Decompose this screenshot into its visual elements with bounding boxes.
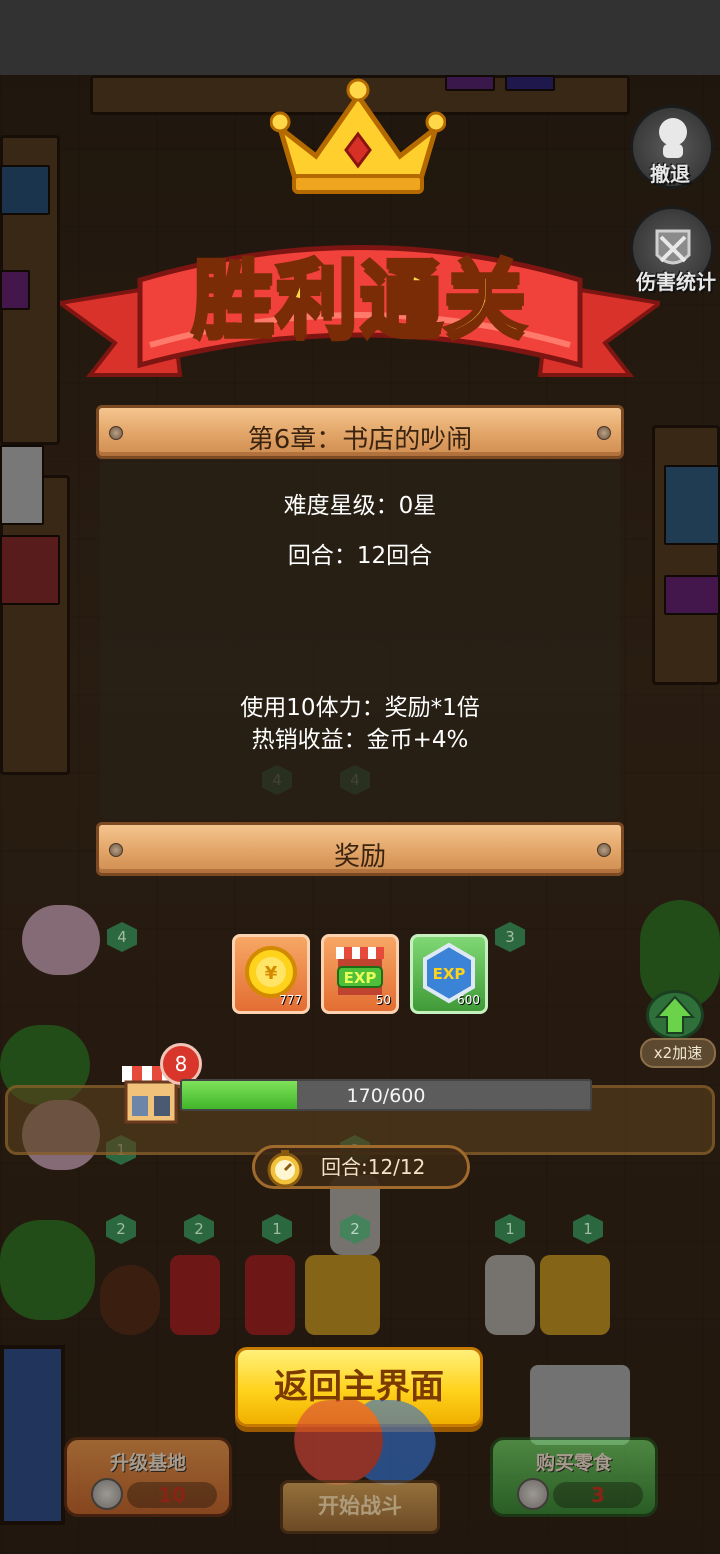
silver-coin-icon — [91, 1478, 123, 1510]
svg-text:EXP: EXP — [433, 965, 466, 983]
round-display-text: 回合:12/12 — [321, 1155, 426, 1179]
silver-coin-icon — [517, 1478, 549, 1510]
reward-count: 777 — [279, 993, 302, 1007]
stopwatch-icon — [267, 1150, 303, 1188]
svg-text:EXP: EXP — [344, 969, 377, 987]
chapter-plank: 第6章：书店的吵闹 — [96, 405, 624, 459]
rewards-plank: 奖励 — [96, 822, 624, 876]
speed-up-button[interactable] — [646, 990, 704, 1040]
energy-reward-text: 使用10体力：奖励*1倍 — [240, 695, 480, 721]
buy-snack-button[interactable]: 购买零食 3 — [490, 1437, 658, 1517]
exp-progress-bar: 170/600 — [180, 1079, 592, 1111]
hot-sale-text: 热销收益：金币+4% — [251, 727, 469, 753]
svg-text:¥: ¥ — [265, 963, 278, 984]
upgrade-base-label: 升级基地 — [109, 1452, 186, 1474]
boxing-gloves-icon — [286, 1400, 436, 1490]
crown-icon — [270, 78, 446, 194]
start-battle-button[interactable]: 开始战斗 — [280, 1480, 440, 1534]
upgrade-base-button[interactable]: 升级基地 10 — [64, 1437, 232, 1517]
buy-snack-cost: 3 — [553, 1482, 643, 1508]
round-display: 回合:12/12 — [252, 1145, 470, 1189]
reward-count: 600 — [457, 993, 480, 1007]
status-bar — [0, 0, 720, 75]
difficulty-text: 难度星级：0星 — [283, 493, 437, 519]
reward-shop-exp[interactable]: EXP 50 — [321, 934, 399, 1014]
speed-up-label: x2加速 — [640, 1038, 716, 1068]
exp-progress-text: 170/600 — [346, 1085, 426, 1107]
rounds-text: 回合：12回合 — [287, 543, 433, 569]
reward-count: 50 — [375, 993, 391, 1007]
reward-gold-coin[interactable]: ¥ 777 — [232, 934, 310, 1014]
upgrade-base-cost: 10 — [127, 1482, 217, 1508]
chapter-title: 第6章：书店的吵闹 — [247, 425, 473, 455]
buy-snack-label: 购买零食 — [535, 1452, 612, 1474]
victory-title: 胜利通关 — [190, 250, 528, 349]
arrow-up-icon — [654, 995, 696, 1034]
retreat-label: 撤退 — [650, 162, 690, 186]
rewards-title: 奖励 — [333, 842, 386, 872]
reward-exp[interactable]: EXP 600 — [410, 934, 488, 1014]
